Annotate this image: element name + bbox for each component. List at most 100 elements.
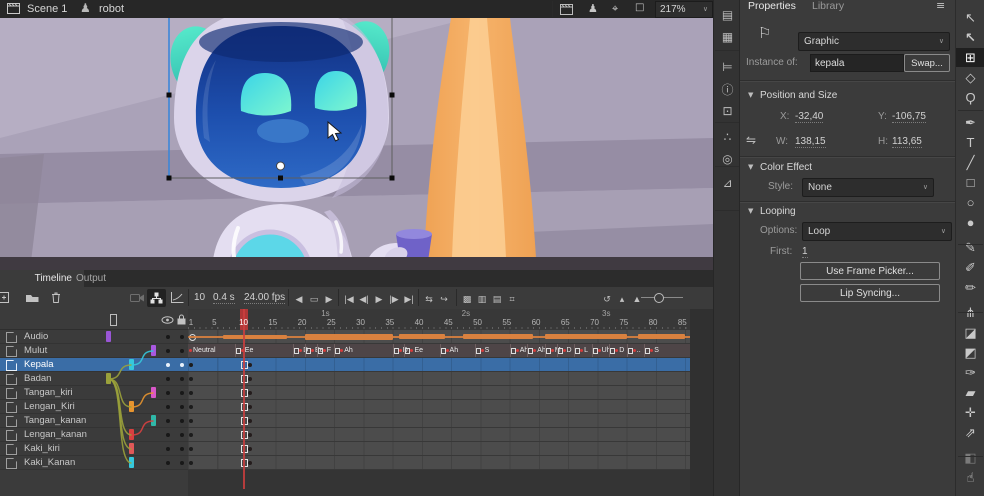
clip-content-icon[interactable]: □	[635, 3, 644, 13]
collapse-triangle-icon[interactable]: ▼	[748, 208, 753, 215]
zoom-out-timeline-button[interactable]: ▴	[615, 291, 629, 309]
graph-editor-button[interactable]	[170, 291, 185, 304]
layer-visibility-dot[interactable]	[166, 405, 170, 409]
reset-zoom-button[interactable]: ↺	[600, 291, 614, 309]
ink-bottle-tool-icon[interactable]: ◩	[956, 343, 984, 362]
asset-warp-tool-icon[interactable]: ✛	[956, 403, 984, 422]
free-transform-tool-icon[interactable]: ⊞	[956, 48, 984, 67]
keyframe-dot-frame1[interactable]	[189, 391, 193, 395]
keyframe-dot[interactable]	[248, 433, 252, 437]
breadcrumb-scene[interactable]: Scene 1	[27, 3, 67, 15]
pen-tool-icon[interactable]: ✒	[956, 113, 984, 132]
layer-lock-dot[interactable]	[180, 391, 184, 395]
frame-picker-tool-icon[interactable]: ◧	[956, 448, 984, 467]
mouth-keyframe-label[interactable]: Ah	[450, 347, 459, 354]
layer-lock-dot[interactable]	[180, 335, 184, 339]
swap-button[interactable]: Swap...	[904, 54, 950, 72]
keyframe-dot[interactable]	[248, 419, 252, 423]
layer-visibility-dot[interactable]	[166, 363, 170, 367]
layer-row-Badan[interactable]: Badan	[0, 372, 188, 386]
handle-mid-left[interactable]	[167, 93, 172, 98]
frames-grid[interactable]: NeutralEeDEeFAhDEeAhSAhAhMDLUhD..S	[188, 330, 690, 470]
tab-library[interactable]: Library	[812, 0, 844, 12]
layer-visibility-dot[interactable]	[166, 433, 170, 437]
keyframe-dot[interactable]	[248, 461, 252, 465]
timeline-zoom-slider[interactable]	[641, 297, 683, 298]
frames-row-Kaki_kiri[interactable]	[188, 442, 690, 456]
playhead-line[interactable]	[243, 309, 245, 489]
breadcrumb-symbol[interactable]: robot	[99, 3, 124, 15]
h-value[interactable]: 113,65	[892, 136, 922, 148]
current-frame-counter[interactable]: 10	[194, 292, 205, 303]
layer-lock-dot[interactable]	[180, 377, 184, 381]
lip-syncing-button[interactable]: Lip Syncing...	[800, 284, 940, 302]
eraser-tool-icon[interactable]: ▰	[956, 383, 984, 402]
frame-span-button[interactable]: ⌗	[505, 291, 519, 309]
mouth-keyframe-label[interactable]: D	[619, 347, 624, 354]
onion-skin-button[interactable]: ▩	[460, 291, 474, 309]
step-forward-button[interactable]: ▶	[322, 291, 336, 309]
mouth-keyframe-label[interactable]: ..	[637, 347, 641, 354]
layer-parent-color-bar[interactable]	[151, 415, 156, 426]
brush-library-panel-icon[interactable]: ∴	[714, 128, 741, 146]
step-back-button[interactable]: ◀	[292, 291, 306, 309]
link-wh-icon[interactable]: ⇋	[746, 134, 756, 146]
layer-row-Tangan_kiri[interactable]: Tangan_kiri	[0, 386, 188, 400]
parent-view-toggle[interactable]	[147, 289, 166, 307]
elapsed-time-counter[interactable]: 0.4 s	[213, 292, 235, 304]
layer-row-Lengan_Kiri[interactable]: Lengan_Kiri	[0, 400, 188, 414]
layer-row-Mulut[interactable]: Mulut	[0, 344, 188, 358]
layer-lock-dot[interactable]	[180, 349, 184, 353]
prev-keyframe-button[interactable]: ◀|	[357, 291, 371, 309]
current-frame-button[interactable]: ▭	[307, 291, 321, 309]
layer-parent-color-bar[interactable]	[129, 429, 134, 440]
keyframe-dot-frame1[interactable]	[189, 447, 193, 451]
frames-row-Tangan_kiri[interactable]	[188, 386, 690, 400]
oval-tool-icon[interactable]: ○	[956, 193, 984, 212]
line-tool-icon[interactable]: ╱	[956, 153, 984, 172]
layer-visibility-dot[interactable]	[166, 377, 170, 381]
eyedropper-tool-icon[interactable]: ✑	[956, 363, 984, 382]
keyframe-dot[interactable]	[248, 391, 252, 395]
play-button[interactable]: ▶	[372, 291, 386, 309]
mouth-keyframe-label[interactable]: S	[485, 347, 490, 354]
lasso-tool-icon[interactable]: Ϙ	[956, 88, 984, 107]
style-select[interactable]: None ∨	[802, 178, 934, 197]
layer-parent-color-bar[interactable]	[106, 331, 111, 342]
timeline-ruler[interactable]: 1s2s3s1510152025303540455055606570758085	[188, 309, 690, 331]
w-value[interactable]: 138,15	[795, 136, 826, 148]
layer-row-Audio[interactable]: Audio	[0, 330, 188, 344]
onion-outline-button[interactable]: ▥	[475, 291, 489, 309]
delete-layer-button[interactable]	[50, 291, 62, 304]
frames-row-Kepala[interactable]	[188, 358, 690, 372]
layer-visibility-dot[interactable]	[166, 335, 170, 339]
layer-lock-dot[interactable]	[180, 461, 184, 465]
layer-lock-dot[interactable]	[180, 447, 184, 451]
handle-bottom-center[interactable]	[278, 176, 283, 181]
go-first-frame-button[interactable]: |◀	[342, 291, 356, 309]
go-last-frame-button[interactable]: ▶|	[402, 291, 416, 309]
collapse-triangle-icon[interactable]: ▼	[748, 164, 753, 171]
align-panel-icon[interactable]: ⊨	[714, 58, 741, 76]
text-tool-icon[interactable]: T	[956, 133, 984, 152]
zoom-in-timeline-button[interactable]: ▲	[630, 290, 644, 308]
frames-row-Tangan_kanan[interactable]	[188, 414, 690, 428]
stage-zoom-select[interactable]: 217% ∨	[655, 1, 713, 18]
layer-parent-color-bar[interactable]	[129, 401, 134, 412]
keyframe-dot[interactable]	[248, 405, 252, 409]
layer-visibility-dot[interactable]	[166, 349, 170, 353]
keyframe-dot-frame1[interactable]	[189, 433, 193, 437]
handle-mid-right[interactable]	[390, 93, 395, 98]
layer-row-Kaki_Kanan[interactable]: Kaki_Kanan	[0, 456, 188, 470]
oval-primitive-tool-icon[interactable]: ●	[956, 213, 984, 232]
swatches-panel-icon[interactable]: ▤	[714, 6, 741, 24]
tab-properties[interactable]: Properties	[748, 0, 796, 12]
frame-rate-counter[interactable]: 24.00 fps	[244, 292, 285, 304]
info-panel-icon[interactable]: ⓘ	[714, 80, 741, 98]
layer-visibility-dot[interactable]	[166, 461, 170, 465]
layer-parent-color-bar[interactable]	[151, 387, 156, 398]
pencil-tool-icon[interactable]: ✎	[956, 238, 984, 257]
keyframe-dot-frame1[interactable]	[189, 461, 193, 465]
selection-tool-icon[interactable]: ↖	[956, 8, 984, 27]
edit-symbol-icon[interactable]: ♟	[588, 3, 598, 14]
